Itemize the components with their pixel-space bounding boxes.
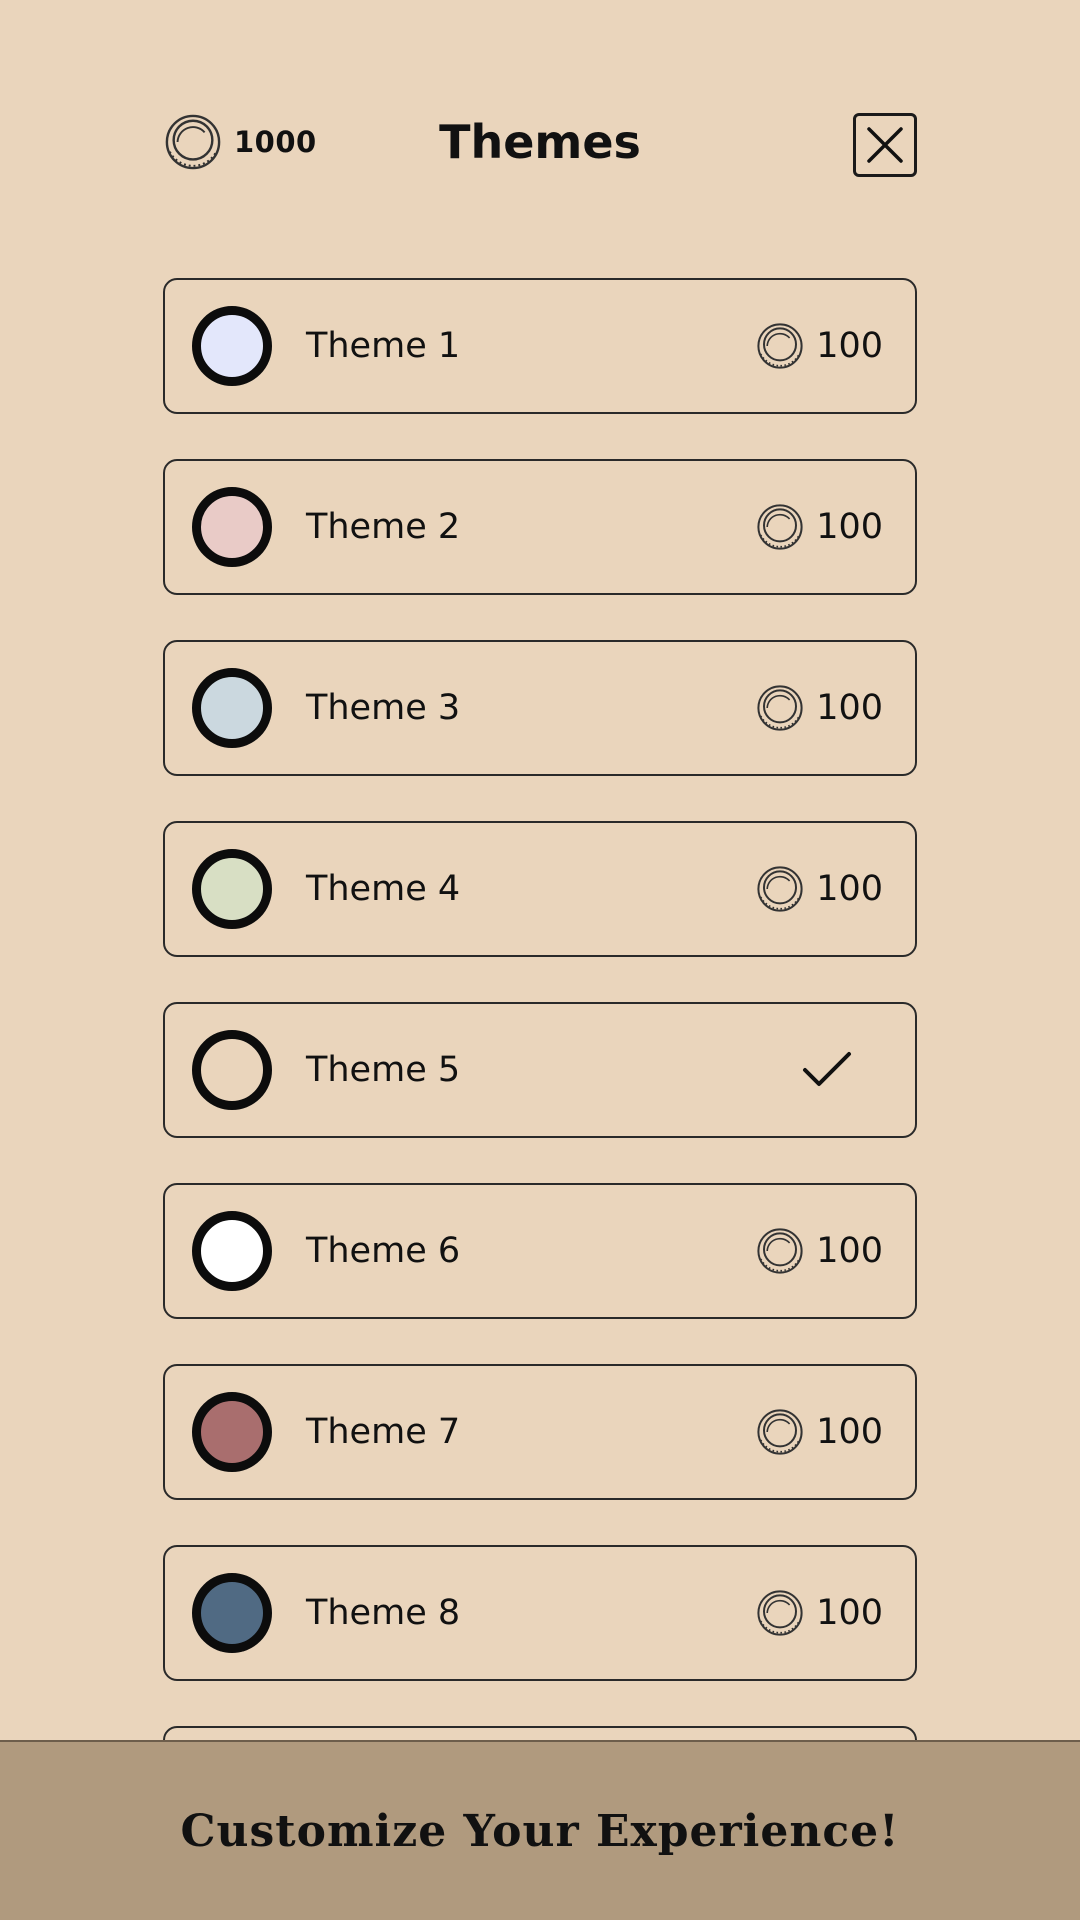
theme-row[interactable]: Theme 8 100 bbox=[163, 1545, 917, 1681]
theme-label: Theme 2 bbox=[306, 507, 461, 547]
theme-color-swatch bbox=[192, 849, 272, 929]
checkmark-icon bbox=[803, 1052, 851, 1086]
price-value: 100 bbox=[816, 1593, 883, 1633]
close-button[interactable] bbox=[853, 113, 917, 177]
theme-color-swatch bbox=[192, 306, 272, 386]
theme-row[interactable]: Theme 3 100 bbox=[163, 640, 917, 776]
theme-row[interactable]: Theme 1 100 bbox=[163, 278, 917, 414]
themes-screen: 1000 Themes Theme 1 100 Theme 2 100 Theme 3 1… bbox=[0, 0, 1080, 1920]
theme-price: 100 bbox=[756, 322, 883, 370]
theme-color-swatch bbox=[192, 1392, 272, 1472]
footer-banner: Customize Your Experience! bbox=[0, 1740, 1080, 1920]
close-icon bbox=[867, 127, 903, 163]
theme-price: 100 bbox=[756, 684, 883, 732]
theme-label: Theme 4 bbox=[306, 869, 461, 909]
price-value: 100 bbox=[816, 507, 883, 547]
theme-price: 100 bbox=[756, 503, 883, 551]
coin-icon bbox=[757, 1228, 803, 1274]
price-value: 100 bbox=[816, 688, 883, 728]
theme-label: Theme 7 bbox=[306, 1412, 461, 1452]
theme-list: Theme 1 100 Theme 2 100 Theme 3 100 Theme 4 100… bbox=[163, 278, 917, 1907]
theme-color-swatch bbox=[192, 668, 272, 748]
theme-label: Theme 3 bbox=[306, 688, 461, 728]
page-title: Themes bbox=[439, 115, 641, 169]
coin-icon bbox=[757, 685, 803, 731]
theme-row[interactable]: Theme 7 100 bbox=[163, 1364, 917, 1500]
theme-label: Theme 1 bbox=[306, 326, 461, 366]
footer-text: Customize Your Experience! bbox=[180, 1805, 900, 1857]
theme-row[interactable]: Theme 5 bbox=[163, 1002, 917, 1138]
header: 1000 Themes bbox=[0, 0, 1080, 240]
theme-row[interactable]: Theme 4 100 bbox=[163, 821, 917, 957]
theme-color-swatch bbox=[192, 1211, 272, 1291]
theme-color-swatch bbox=[192, 1573, 272, 1653]
coin-icon bbox=[757, 504, 803, 550]
price-value: 100 bbox=[816, 1412, 883, 1452]
theme-row[interactable]: Theme 6 100 bbox=[163, 1183, 917, 1319]
theme-price: 100 bbox=[756, 1408, 883, 1456]
coin-icon bbox=[757, 866, 803, 912]
theme-color-swatch bbox=[192, 487, 272, 567]
theme-label: Theme 5 bbox=[306, 1050, 461, 1090]
price-value: 100 bbox=[816, 869, 883, 909]
theme-label: Theme 8 bbox=[306, 1593, 461, 1633]
theme-color-swatch bbox=[192, 1030, 272, 1110]
price-value: 100 bbox=[816, 1231, 883, 1271]
coin-icon bbox=[757, 1409, 803, 1455]
coin-icon bbox=[757, 323, 803, 369]
theme-price: 100 bbox=[756, 1227, 883, 1275]
theme-price: 100 bbox=[756, 1589, 883, 1637]
theme-row[interactable]: Theme 2 100 bbox=[163, 459, 917, 595]
theme-label: Theme 6 bbox=[306, 1231, 461, 1271]
theme-price: 100 bbox=[756, 865, 883, 913]
price-value: 100 bbox=[816, 326, 883, 366]
coin-icon bbox=[757, 1590, 803, 1636]
